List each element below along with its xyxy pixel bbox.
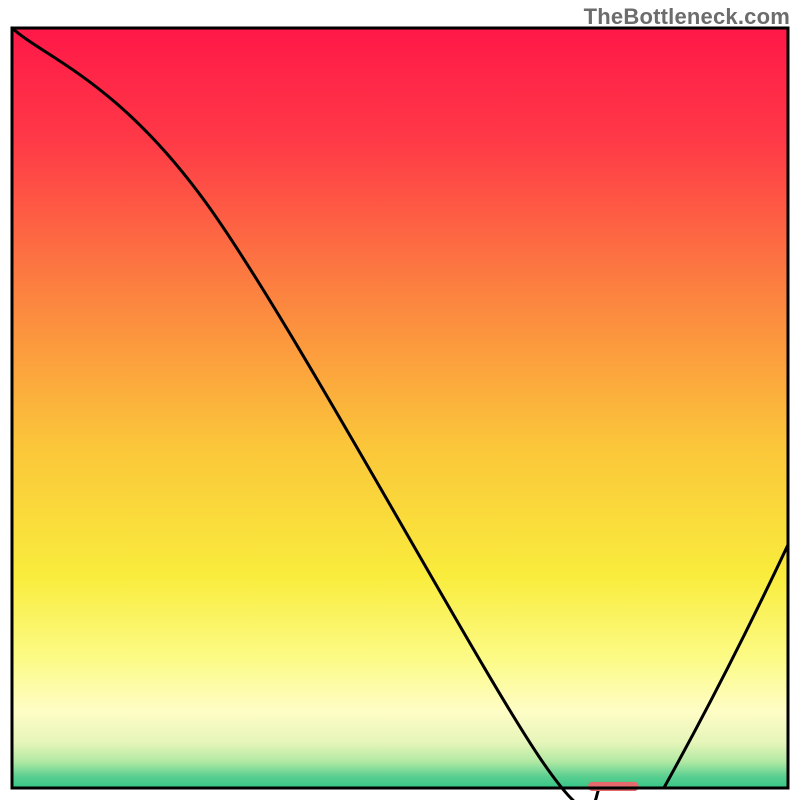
- highlighted-segment: [588, 782, 638, 791]
- chart-background: [12, 28, 788, 788]
- bottleneck-chart: [0, 0, 800, 800]
- chart-container: TheBottleneck.com: [0, 0, 800, 800]
- watermark-text: TheBottleneck.com: [584, 4, 790, 30]
